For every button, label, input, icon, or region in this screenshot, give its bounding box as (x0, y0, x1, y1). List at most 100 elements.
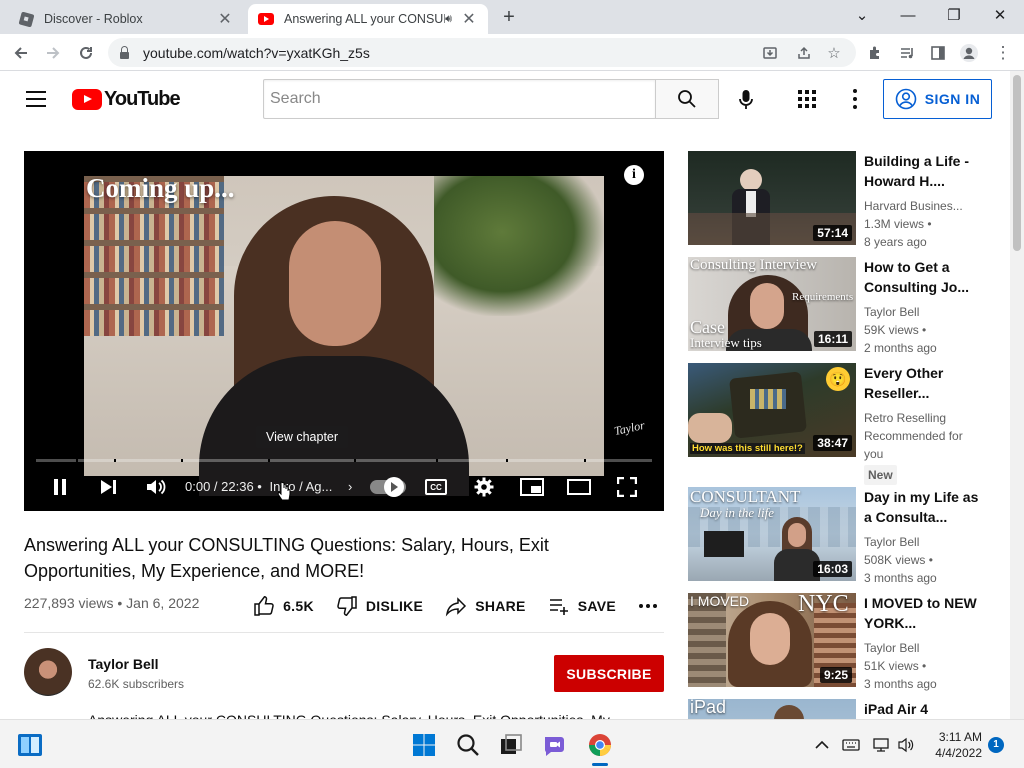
clock[interactable]: 3:11 AM 4/4/2022 (928, 729, 982, 761)
tab-roblox[interactable]: Discover - Roblox ✕ (8, 4, 244, 34)
recommendation-item[interactable]: iPad iPad Air 4 (688, 699, 998, 719)
menu-icon[interactable] (26, 91, 46, 107)
page-scrollbar[interactable] (1010, 71, 1024, 719)
task-view-widgets-icon[interactable] (17, 732, 43, 758)
recommendation-channel[interactable]: Harvard Busines... (864, 197, 982, 215)
extensions-icon[interactable] (862, 40, 888, 66)
recommendation-title[interactable]: Building a Life - Howard H.... (864, 151, 982, 191)
network-icon[interactable] (870, 732, 892, 758)
sign-in-button[interactable]: SIGN IN (883, 79, 992, 119)
save-button[interactable]: SAVE (548, 592, 616, 620)
address-bar[interactable]: youtube.com/watch?v=yxatKGh_z5s ☆ (108, 38, 856, 67)
reload-icon[interactable] (73, 40, 99, 66)
chapter-chevron-icon[interactable]: › (348, 479, 352, 494)
close-window-button[interactable]: ✕ (982, 4, 1018, 28)
volume-speaker-icon[interactable] (895, 732, 917, 758)
recommendation-channel[interactable]: Taylor Bell (864, 303, 982, 321)
scrollbar-thumb[interactable] (1013, 75, 1021, 251)
recommendation-title[interactable]: Every Other Reseller... (864, 363, 982, 403)
lock-icon[interactable] (120, 45, 129, 59)
thumbnail-caption: Requirements (792, 291, 854, 303)
info-icon[interactable]: i (624, 165, 644, 185)
recommendation-channel[interactable]: Taylor Bell (864, 639, 982, 657)
thumbs-down-icon (337, 596, 357, 616)
more-actions-icon[interactable] (638, 592, 658, 620)
theater-mode-icon[interactable] (565, 475, 593, 499)
subscribe-button[interactable]: SUBSCRIBE (554, 655, 664, 692)
recommendation-item[interactable]: Consulting Interview Requirements Case I… (688, 257, 998, 355)
tab-youtube[interactable]: Answering ALL your CONSULTING 🔊︎ ✕ (248, 4, 488, 34)
recommendation-item[interactable]: I MOVED NYC 9:25 I MOVED to NEW YORK... … (688, 593, 998, 691)
video-thumbnail[interactable]: 57:14 (688, 151, 856, 245)
video-meta-row: 227,893 views • Jan 6, 2022 6.5K DISLIKE… (24, 592, 664, 620)
next-video-icon[interactable] (94, 475, 122, 499)
channel-avatar[interactable] (24, 648, 72, 696)
audio-playing-icon[interactable]: 🔊︎ (445, 13, 452, 26)
recommendation-item[interactable]: CONSULTANT Day in the life 16:03 Day in … (688, 487, 998, 585)
bookmark-star-icon[interactable]: ☆ (822, 41, 846, 65)
minimize-button[interactable]: — (890, 4, 926, 28)
recommendation-channel[interactable]: Retro Reselling (864, 409, 982, 427)
video-thumbnail[interactable]: 😲 How was this still here!? 38:47 (688, 363, 856, 457)
microphone-icon[interactable] (731, 85, 761, 115)
settings-more-icon[interactable] (850, 89, 860, 109)
chrome-menu-icon[interactable]: ⋮ (990, 40, 1016, 66)
channel-row: Taylor Bell 62.6K subscribers SUBSCRIBE (24, 648, 664, 700)
recommendation-channel[interactable]: Taylor Bell (864, 533, 982, 551)
forward-icon[interactable] (40, 40, 66, 66)
share-icon[interactable] (792, 41, 816, 65)
captions-icon[interactable]: CC (423, 475, 449, 499)
youtube-logo[interactable]: YouTube (72, 88, 181, 111)
share-button[interactable]: SHARE (445, 592, 526, 620)
dislike-button[interactable]: DISLIKE (336, 592, 423, 620)
search-button[interactable] (655, 79, 719, 119)
miniplayer-icon[interactable] (518, 475, 546, 499)
video-thumbnail[interactable]: CONSULTANT Day in the life 16:03 (688, 487, 856, 581)
recommendation-age: 3 months ago (864, 677, 937, 691)
tab-search-icon[interactable]: ⌄ (844, 4, 880, 28)
close-tab-icon[interactable]: ✕ (460, 9, 478, 29)
recommendation-title[interactable]: Day in my Life as a Consulta... (864, 487, 982, 527)
side-panel-icon[interactable] (925, 40, 951, 66)
profile-icon[interactable] (956, 40, 982, 66)
chrome-taskbar-icon[interactable] (587, 732, 613, 758)
recommendation-title[interactable]: iPad Air 4 (864, 699, 982, 719)
video-player[interactable]: Coming up... i Taylor View chapter 0:00 … (24, 151, 664, 511)
close-tab-icon[interactable]: ✕ (216, 9, 234, 29)
logo-text: YouTube (104, 88, 181, 110)
notification-badge[interactable]: 1 (988, 737, 1004, 753)
task-view-icon[interactable] (498, 732, 524, 758)
video-thumbnail[interactable]: Consulting Interview Requirements Case I… (688, 257, 856, 351)
volume-icon[interactable] (142, 475, 170, 499)
recommendation-title[interactable]: How to Get a Consulting Jo... (864, 257, 982, 297)
back-icon[interactable] (8, 40, 34, 66)
autoplay-toggle[interactable] (368, 475, 408, 499)
youtube-favicon-icon (258, 11, 274, 27)
player-controls: 0:00 / 22:36 • Intro / Ag... › CC (24, 467, 664, 507)
progress-bar[interactable] (36, 459, 652, 462)
install-app-icon[interactable] (758, 41, 782, 65)
windows-start-icon[interactable] (411, 732, 437, 758)
recommendation-item[interactable]: 😲 How was this still here!? 38:47 Every … (688, 363, 998, 485)
new-tab-button[interactable]: + (498, 6, 520, 28)
dot-separator: • (257, 479, 266, 494)
keyboard-icon[interactable] (840, 732, 862, 758)
media-control-icon[interactable] (894, 40, 920, 66)
pause-icon[interactable] (48, 475, 72, 499)
search-input[interactable]: Search (263, 79, 656, 119)
share-label: SHARE (475, 598, 526, 614)
apps-grid-icon[interactable] (796, 88, 818, 110)
settings-gear-icon[interactable] (471, 475, 497, 499)
recommendations-list: 57:14 Building a Life - Howard H.... Har… (688, 151, 998, 719)
video-thumbnail[interactable]: I MOVED NYC 9:25 (688, 593, 856, 687)
channel-name[interactable]: Taylor Bell (88, 656, 159, 672)
recommendation-item[interactable]: 57:14 Building a Life - Howard H.... Har… (688, 151, 998, 249)
video-thumbnail[interactable]: iPad (688, 699, 856, 719)
search-taskbar-icon[interactable] (455, 732, 481, 758)
teams-chat-icon[interactable] (542, 732, 568, 758)
fullscreen-icon[interactable] (614, 475, 640, 499)
show-hidden-icons-chevron-icon[interactable] (812, 732, 832, 758)
like-button[interactable]: 6.5K (253, 592, 314, 620)
restore-button[interactable]: ❐ (936, 4, 972, 28)
recommendation-title[interactable]: I MOVED to NEW YORK... (864, 593, 982, 633)
